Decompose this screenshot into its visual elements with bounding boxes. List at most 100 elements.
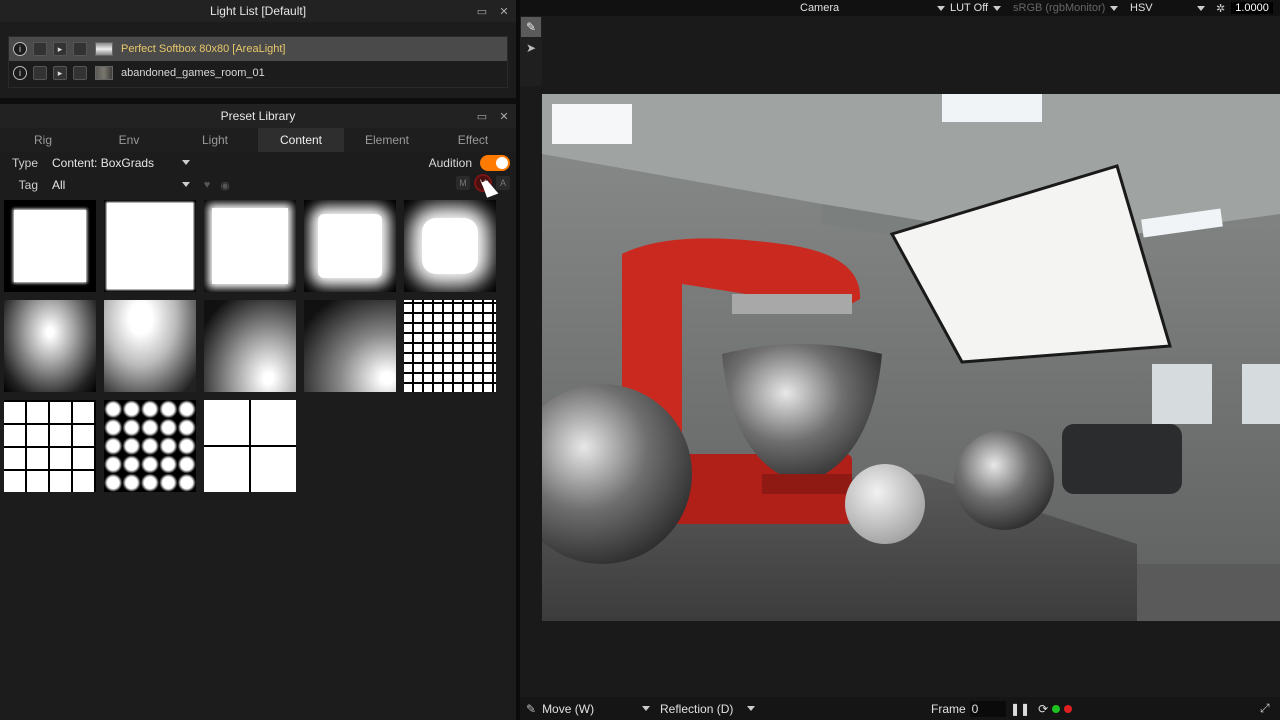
- tag-dropdown[interactable]: All: [48, 176, 194, 194]
- brush-icon: ✎: [526, 701, 537, 716]
- tool-dropdown[interactable]: ✎ Move (W): [526, 697, 655, 720]
- preset-thumbnail[interactable]: [104, 400, 196, 492]
- preset-thumbnail[interactable]: [404, 200, 496, 292]
- close-icon[interactable]: ✕: [498, 5, 510, 18]
- camera-label: Camera: [800, 2, 840, 14]
- preset-thumbnail[interactable]: [404, 300, 496, 392]
- tag-row: Tag All ♥ ◉ M V A: [0, 174, 516, 196]
- chevron-down-icon: [642, 706, 651, 711]
- lut-value: LUT Off: [950, 2, 989, 14]
- type-label: Type: [11, 156, 38, 170]
- preset-thumbnail[interactable]: [304, 200, 396, 292]
- lock-toggle-icon[interactable]: ▸: [53, 42, 67, 56]
- tab-content[interactable]: Content: [258, 128, 344, 152]
- select-arrow-icon[interactable]: ➤: [521, 38, 541, 58]
- tag-visibility-icon[interactable]: ◉: [218, 178, 232, 192]
- audition-label: Audition: [428, 156, 472, 170]
- preset-library-panel: Preset Library ▭ ✕ Rig Env Light Content…: [0, 104, 516, 720]
- tag-value: All: [52, 178, 66, 192]
- preset-thumbnail[interactable]: [204, 200, 296, 292]
- float-window-icon[interactable]: ▭: [476, 110, 488, 123]
- color-mode-dropdown[interactable]: HSV: [1130, 0, 1153, 16]
- tab-rig[interactable]: Rig: [0, 128, 86, 152]
- pause-icon[interactable]: ❚❚: [1010, 702, 1030, 716]
- frame-label: Frame: [931, 701, 966, 716]
- a-button[interactable]: A: [496, 176, 510, 190]
- visibility-toggle-icon[interactable]: i: [13, 66, 27, 80]
- type-dropdown[interactable]: Content: BoxGrads: [48, 154, 194, 172]
- chevron-down-icon: [993, 5, 1002, 11]
- fullscreen-icon[interactable]: ⤢: [1260, 697, 1270, 720]
- tag-label: Tag: [18, 178, 38, 192]
- preset-library-title: Preset Library: [220, 109, 296, 123]
- refresh-icon[interactable]: ⟳: [1038, 702, 1048, 716]
- tab-light[interactable]: Light: [172, 128, 258, 152]
- preset-library-header: Preset Library ▭ ✕: [0, 104, 516, 128]
- solo-toggle-icon[interactable]: [33, 42, 47, 56]
- light-row-softbox[interactable]: i ▸ Perfect Softbox 80x80 [AreaLight]: [9, 37, 507, 61]
- chevron-down-icon: [182, 182, 190, 187]
- favorite-heart-icon[interactable]: ♥: [200, 178, 214, 192]
- tab-effect[interactable]: Effect: [430, 128, 516, 152]
- light-name: Perfect Softbox 80x80 [AreaLight]: [121, 43, 286, 55]
- preset-thumbnail[interactable]: [304, 300, 396, 392]
- frame-input[interactable]: 0: [969, 700, 1006, 717]
- render-toggle-icon[interactable]: [73, 66, 87, 80]
- aperture-icon[interactable]: ✲: [1216, 2, 1225, 15]
- brush-icon[interactable]: ✎: [521, 17, 541, 37]
- preset-thumbnail[interactable]: [4, 300, 96, 392]
- mode-dropdown[interactable]: Reflection (D): [660, 697, 760, 720]
- splitter[interactable]: [516, 0, 520, 720]
- preset-thumbnail[interactable]: [104, 300, 196, 392]
- viewport-toolbar: Camera LUT Off sRGB (rgbMonitor) HSV ✲ 1…: [520, 0, 1280, 16]
- mode-value: Reflection (D): [660, 701, 734, 716]
- light-list-title: Light List [Default]: [209, 4, 307, 18]
- chevron-down-icon: [1110, 5, 1119, 11]
- float-window-icon[interactable]: ▭: [476, 5, 488, 18]
- exposure-value[interactable]: 1.0000: [1231, 2, 1273, 14]
- lock-toggle-icon[interactable]: ▸: [53, 66, 67, 80]
- preset-thumbnail[interactable]: [204, 400, 296, 492]
- lut-dropdown[interactable]: LUT Off: [932, 0, 1006, 16]
- preset-thumbnail-grid: [4, 200, 504, 500]
- light-list: i ▸ Perfect Softbox 80x80 [AreaLight] i …: [8, 36, 508, 88]
- solo-toggle-icon[interactable]: [33, 66, 47, 80]
- visibility-toggle-icon[interactable]: i: [13, 42, 27, 56]
- audition-toggle[interactable]: [480, 155, 510, 171]
- playback-controls: ❚❚ ⟳: [1010, 697, 1073, 720]
- preset-tabs: Rig Env Light Content Element Effect: [0, 128, 516, 152]
- preset-thumbnail[interactable]: [204, 300, 296, 392]
- chevron-down-icon: [1197, 5, 1205, 11]
- light-name: abandoned_games_room_01: [121, 67, 265, 79]
- chevron-down-icon: [182, 160, 190, 165]
- color-space-dropdown[interactable]: sRGB (rgbMonitor): [1013, 0, 1123, 16]
- preset-thumbnail[interactable]: [104, 200, 196, 292]
- type-row: Type Content: BoxGrads Audition: [0, 152, 516, 174]
- status-green-indicator: [1052, 704, 1061, 713]
- app-window: Light List [Default] ▭ ✕ i ▸ Perfect Sof…: [0, 0, 1280, 720]
- tab-element[interactable]: Element: [344, 128, 430, 152]
- audition-control: Audition: [429, 152, 510, 174]
- render-toggle-icon[interactable]: [73, 42, 87, 56]
- close-icon[interactable]: ✕: [498, 110, 510, 123]
- environment-thumbnail: [95, 66, 113, 80]
- preset-thumbnail[interactable]: [4, 200, 96, 292]
- viewport-status-bar: ✎ Move (W) Reflection (D) Frame 0 ❚❚ ⟳ ⤢: [520, 697, 1280, 720]
- frame-control: Frame 0: [931, 697, 1006, 720]
- status-red-indicator: [1064, 704, 1073, 713]
- color-mode-value: HSV: [1130, 2, 1153, 14]
- softbox-thumbnail: [95, 42, 113, 56]
- exposure-control: ✲ 1.0000: [1192, 0, 1273, 16]
- left-panel: Light List [Default] ▭ ✕ i ▸ Perfect Sof…: [0, 0, 516, 720]
- chevron-down-icon: [747, 706, 756, 711]
- m-button[interactable]: M: [456, 176, 470, 190]
- render-scene: [542, 94, 1280, 621]
- light-row-environment[interactable]: i ▸ abandoned_games_room_01: [9, 61, 507, 85]
- tab-env[interactable]: Env: [86, 128, 172, 152]
- color-space-value: sRGB (rgbMonitor): [1013, 2, 1106, 14]
- chevron-down-icon: [937, 5, 945, 11]
- viewport-tool-strip: ✎ ➤: [520, 16, 542, 86]
- render-viewport[interactable]: [542, 94, 1280, 621]
- camera-select[interactable]: Camera: [800, 0, 839, 16]
- preset-thumbnail[interactable]: [4, 400, 96, 492]
